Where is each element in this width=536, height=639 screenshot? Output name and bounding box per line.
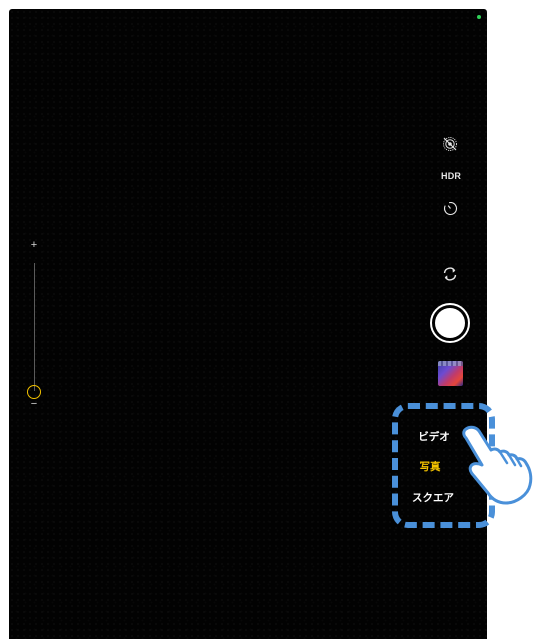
zoom-slider-knob[interactable] — [27, 385, 41, 399]
shutter-button[interactable] — [430, 303, 470, 343]
shutter-button-inner — [435, 308, 465, 338]
camera-in-use-indicator — [477, 15, 481, 19]
hdr-toggle[interactable]: HDR — [441, 171, 461, 181]
timer-icon[interactable] — [443, 201, 458, 216]
zoom-slider-track[interactable] — [34, 263, 35, 391]
mode-video[interactable]: ビデオ — [385, 429, 483, 444]
camera-viewfinder: + − HDR ビデオ 写真 スクエア — [9, 9, 487, 639]
zoom-minus-label: − — [30, 398, 38, 410]
mode-photo[interactable]: 写真 — [381, 459, 479, 474]
camera-mode-selector: ビデオ 写真 スクエア — [389, 409, 487, 524]
camera-flip-icon[interactable] — [441, 265, 459, 283]
live-photo-off-icon[interactable] — [442, 136, 458, 152]
zoom-plus-label: + — [30, 239, 38, 251]
last-photo-thumbnail[interactable] — [438, 361, 463, 386]
mode-square[interactable]: スクエア — [384, 490, 482, 505]
